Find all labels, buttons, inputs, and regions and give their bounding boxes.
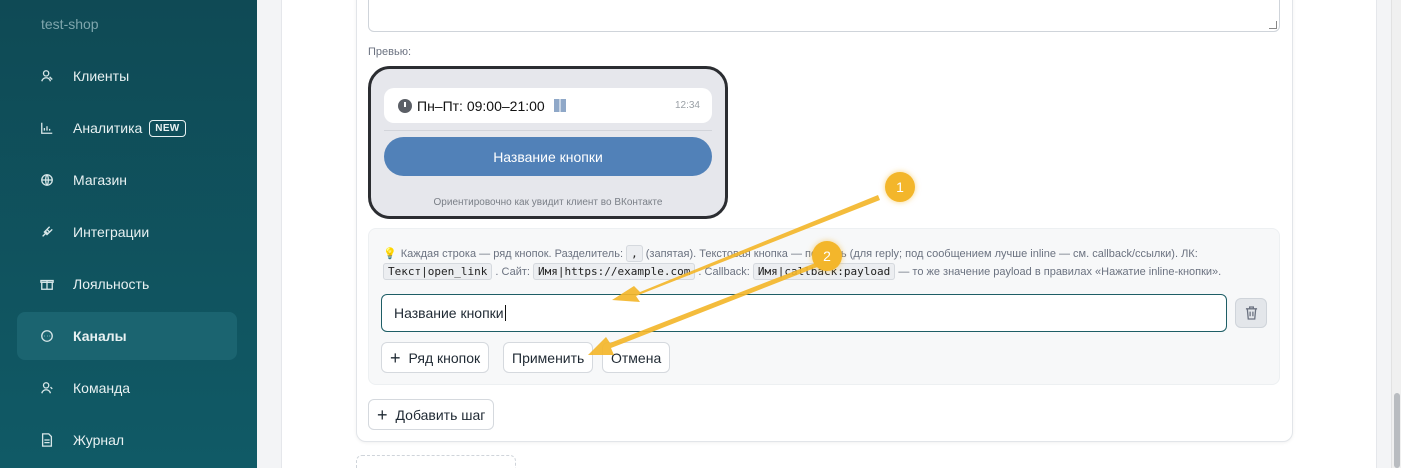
sidebar-item-label: Аналитика xyxy=(73,120,143,136)
code-separator: , xyxy=(626,245,643,262)
cancel-button[interactable]: Отмена xyxy=(602,342,671,373)
sidebar-item-label: Интеграции xyxy=(73,224,150,240)
sidebar-item-label: Команда xyxy=(73,380,131,396)
preview-caption: Ориентировочно как увидит клиент во ВКон… xyxy=(433,197,663,208)
add-block-button[interactable] xyxy=(356,455,516,468)
sidebar-item-label: Магазин xyxy=(73,172,128,188)
code-site: Имя|https://example.com xyxy=(533,263,696,280)
sidebar-item-label: Клиенты xyxy=(73,68,130,84)
sidebar-item-integrations[interactable]: Интеграции xyxy=(17,208,237,256)
sidebar-item-journal[interactable]: Журнал xyxy=(17,416,237,464)
preview-phone: Пн–Пт: 09:00–21:00 12:34 Название кнопки… xyxy=(368,66,728,219)
preview-divider xyxy=(384,130,712,131)
annotation-marker-1: 1 xyxy=(885,172,915,202)
add-row-button[interactable]: + Ряд кнопок xyxy=(381,342,490,373)
building-icon xyxy=(553,99,566,112)
document-icon xyxy=(39,432,55,448)
preview-label: Превью: xyxy=(368,46,412,58)
scrollbar-thumb[interactable] xyxy=(1394,393,1400,468)
message-textarea[interactable] xyxy=(368,0,1280,32)
gift-icon xyxy=(39,276,55,292)
plus-icon: + xyxy=(377,404,388,425)
preview-keyboard-button: Название кнопки xyxy=(384,137,712,176)
trash-icon xyxy=(1245,306,1257,320)
sidebar-item-clients[interactable]: Клиенты xyxy=(17,52,237,100)
lightbulb-icon: 💡 xyxy=(383,248,397,260)
sidebar-item-team[interactable]: Команда xyxy=(17,364,237,412)
delete-row-button[interactable] xyxy=(1235,298,1267,328)
sidebar-item-channels[interactable]: Каналы xyxy=(17,312,237,360)
content-area: Превью: Пн–Пт: 09:00–21:00 12:34 Названи… xyxy=(257,0,1391,468)
sidebar-item-analytics[interactable]: Аналитика NEW xyxy=(17,104,237,152)
sidebar-item-label: Каналы xyxy=(73,328,127,344)
buttons-hint-line2: Текст|open_link . Сайт: Имя|https://exam… xyxy=(383,263,1221,280)
sidebar: test-shop Клиенты Аналитика NEW Магазин … xyxy=(0,0,257,468)
users-icon xyxy=(39,68,55,84)
button-row-input[interactable]: Название кнопки xyxy=(381,294,1227,332)
new-badge: NEW xyxy=(149,119,186,137)
resize-handle[interactable] xyxy=(1269,21,1277,29)
sidebar-item-shop[interactable]: Магазин xyxy=(17,156,237,204)
page-scrollbar[interactable] xyxy=(1391,0,1401,468)
preview-message-text: Пн–Пт: 09:00–21:00 xyxy=(417,97,545,114)
preview-message-time: 12:34 xyxy=(674,100,700,111)
add-step-button[interactable]: + Добавить шаг xyxy=(368,399,495,430)
annotation-marker-2: 2 xyxy=(812,241,842,271)
sidebar-item-label: Журнал xyxy=(73,432,125,448)
plug-icon xyxy=(39,224,55,240)
clock-icon xyxy=(398,98,412,113)
globe-icon xyxy=(39,172,55,188)
chart-icon xyxy=(39,120,55,136)
text-caret xyxy=(504,305,506,321)
code-lk: Текст|open_link xyxy=(383,263,493,280)
shop-name: test-shop xyxy=(41,16,99,32)
plus-icon: + xyxy=(390,347,401,368)
chat-icon xyxy=(39,328,55,344)
team-icon xyxy=(39,380,55,396)
apply-button[interactable]: Применить xyxy=(503,342,594,373)
sidebar-item-label: Лояльность xyxy=(73,276,150,292)
sidebar-item-loyalty[interactable]: Лояльность xyxy=(17,260,237,308)
preview-message: Пн–Пт: 09:00–21:00 12:34 xyxy=(384,88,712,123)
